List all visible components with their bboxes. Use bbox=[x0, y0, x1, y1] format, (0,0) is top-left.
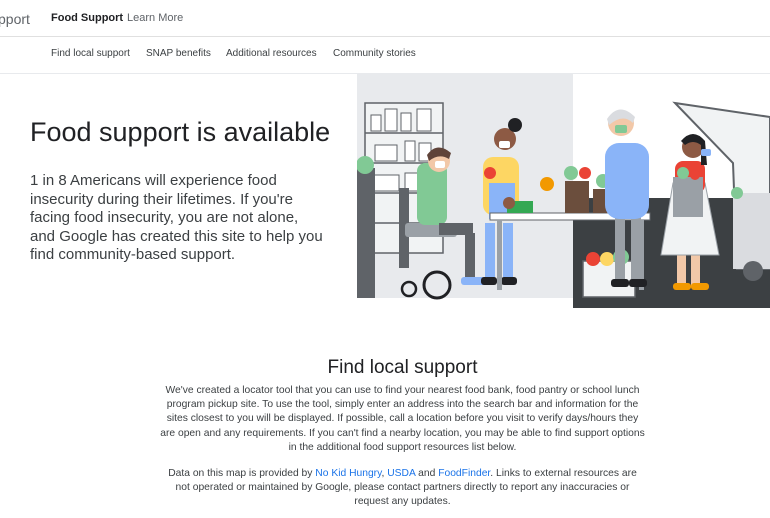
link-no-kid-hungry[interactable]: No Kid Hungry bbox=[315, 468, 381, 479]
data-attribution: Data on this map is provided by No Kid H… bbox=[160, 467, 645, 510]
attribution-separator: and bbox=[415, 468, 439, 479]
top-bar: pport Food Support Learn More bbox=[0, 0, 770, 37]
subnav-community-stories[interactable]: Community stories bbox=[333, 48, 416, 59]
food-support-illustration bbox=[357, 73, 770, 308]
link-usda[interactable]: USDA bbox=[387, 468, 415, 479]
nav-food-support[interactable]: Food Support bbox=[51, 12, 123, 24]
produce-crate bbox=[582, 249, 636, 298]
sub-nav: Find local support SNAP benefits Additio… bbox=[0, 37, 770, 74]
link-foodfinder[interactable]: FoodFinder bbox=[438, 468, 490, 479]
hero-description: 1 in 8 Americans will experience food in… bbox=[30, 172, 323, 263]
subnav-find-local-support[interactable]: Find local support bbox=[51, 48, 130, 59]
site-title[interactable]: pport bbox=[0, 11, 30, 27]
nav-learn-more[interactable]: Learn More bbox=[127, 12, 183, 24]
subnav-snap-benefits[interactable]: SNAP benefits bbox=[146, 48, 211, 59]
grocery-bag-icon bbox=[673, 177, 703, 217]
hero-title: Food support is available bbox=[30, 117, 331, 147]
locator-description: We've created a locator tool that you ca… bbox=[160, 385, 645, 453]
attribution-prefix: Data on this map is provided by bbox=[168, 468, 316, 479]
side-counter bbox=[357, 168, 375, 298]
section-title-find-local-support: Find local support bbox=[327, 357, 478, 378]
subnav-additional-resources[interactable]: Additional resources bbox=[226, 48, 317, 59]
apple-icon bbox=[484, 167, 496, 179]
